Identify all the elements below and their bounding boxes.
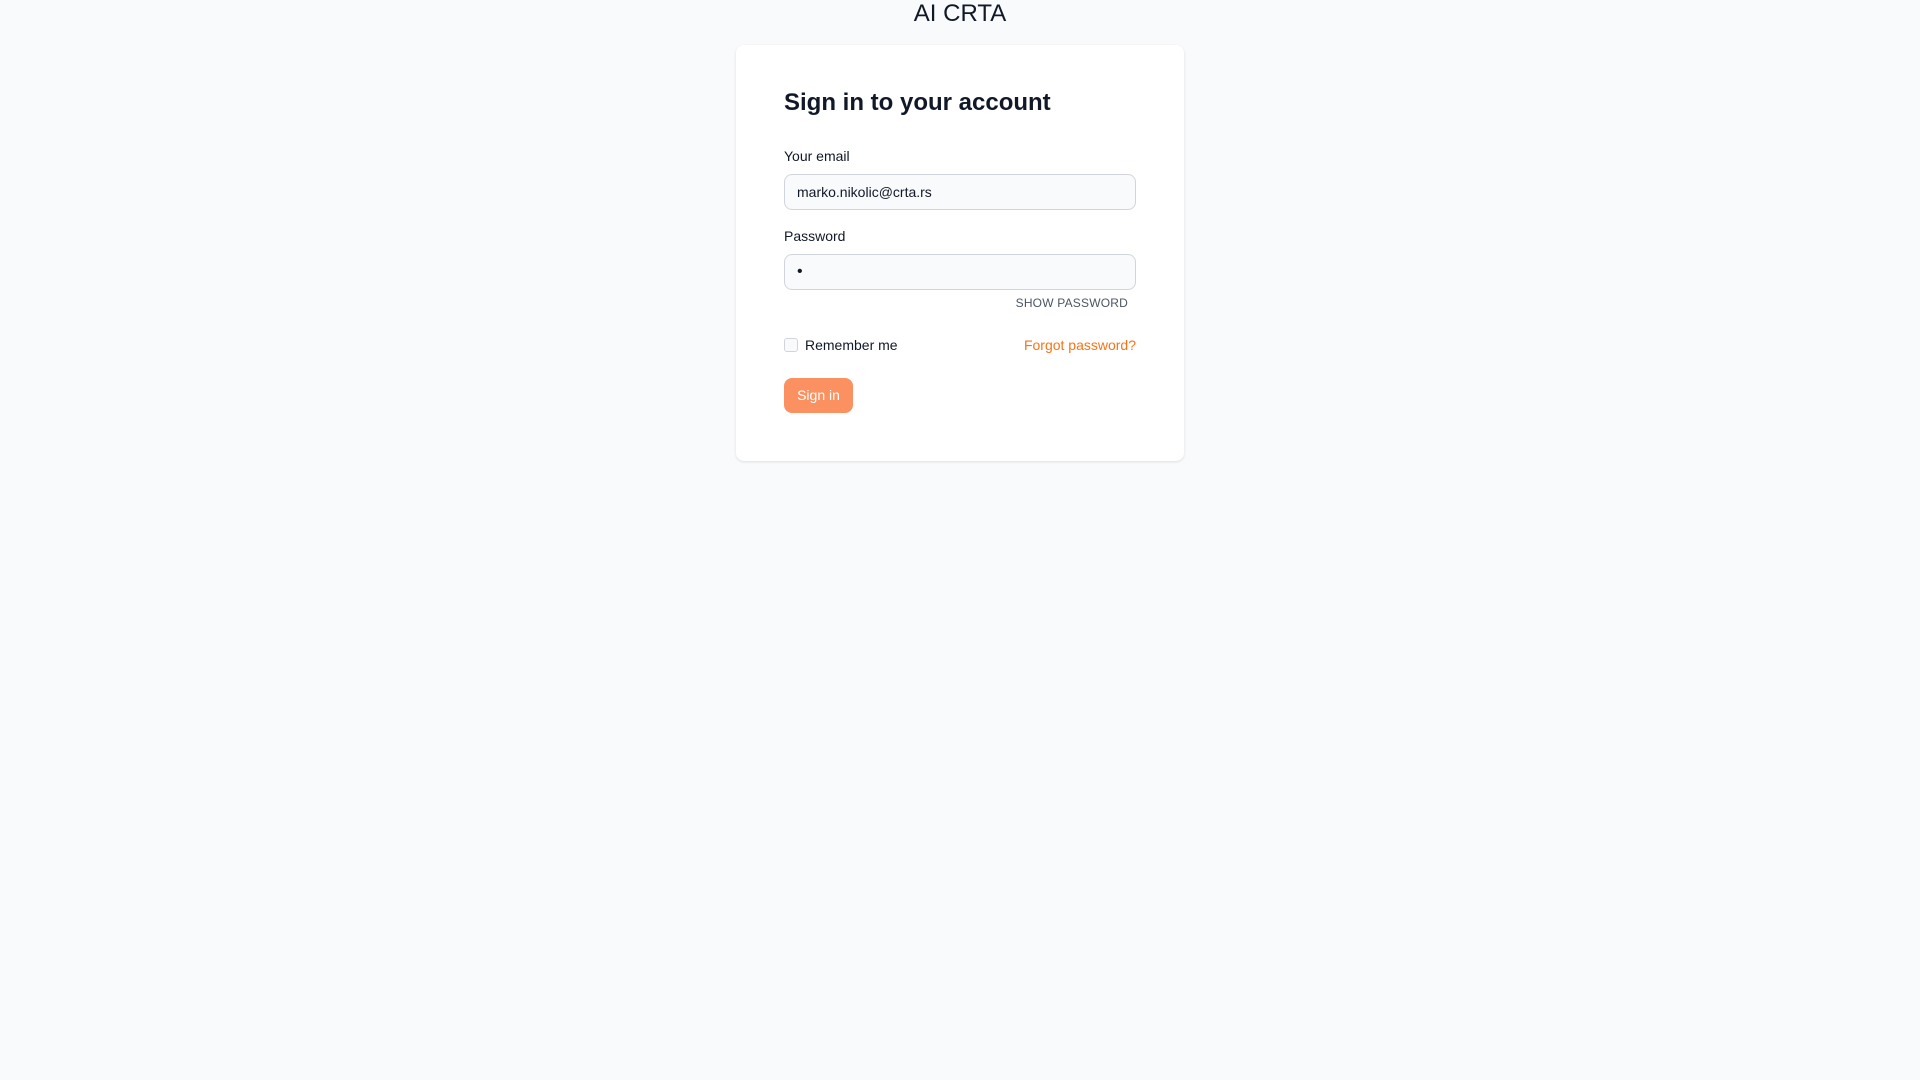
page-title: Sign in to your account xyxy=(784,89,1051,116)
login-form: Sign in to your account Your email Passw… xyxy=(784,45,1136,461)
password-field[interactable] xyxy=(784,254,1136,290)
sign-in-button[interactable]: Sign in xyxy=(784,378,853,413)
remember-me-checkbox[interactable] xyxy=(784,338,798,352)
email-label: Your email xyxy=(784,148,850,164)
forgot-password-link[interactable]: Forgot password? xyxy=(1024,335,1136,355)
app-brand: AI CRTA xyxy=(913,0,1007,27)
password-label: Password xyxy=(784,228,846,244)
login-card: Sign in to your account Your email Passw… xyxy=(736,45,1184,461)
remember-row: Remember me Forgot password? xyxy=(784,335,1136,355)
email-field[interactable] xyxy=(784,174,1136,210)
show-password-toggle[interactable]: SHOW PASSWORD xyxy=(1016,295,1128,311)
remember-me-label[interactable]: Remember me xyxy=(805,335,898,355)
